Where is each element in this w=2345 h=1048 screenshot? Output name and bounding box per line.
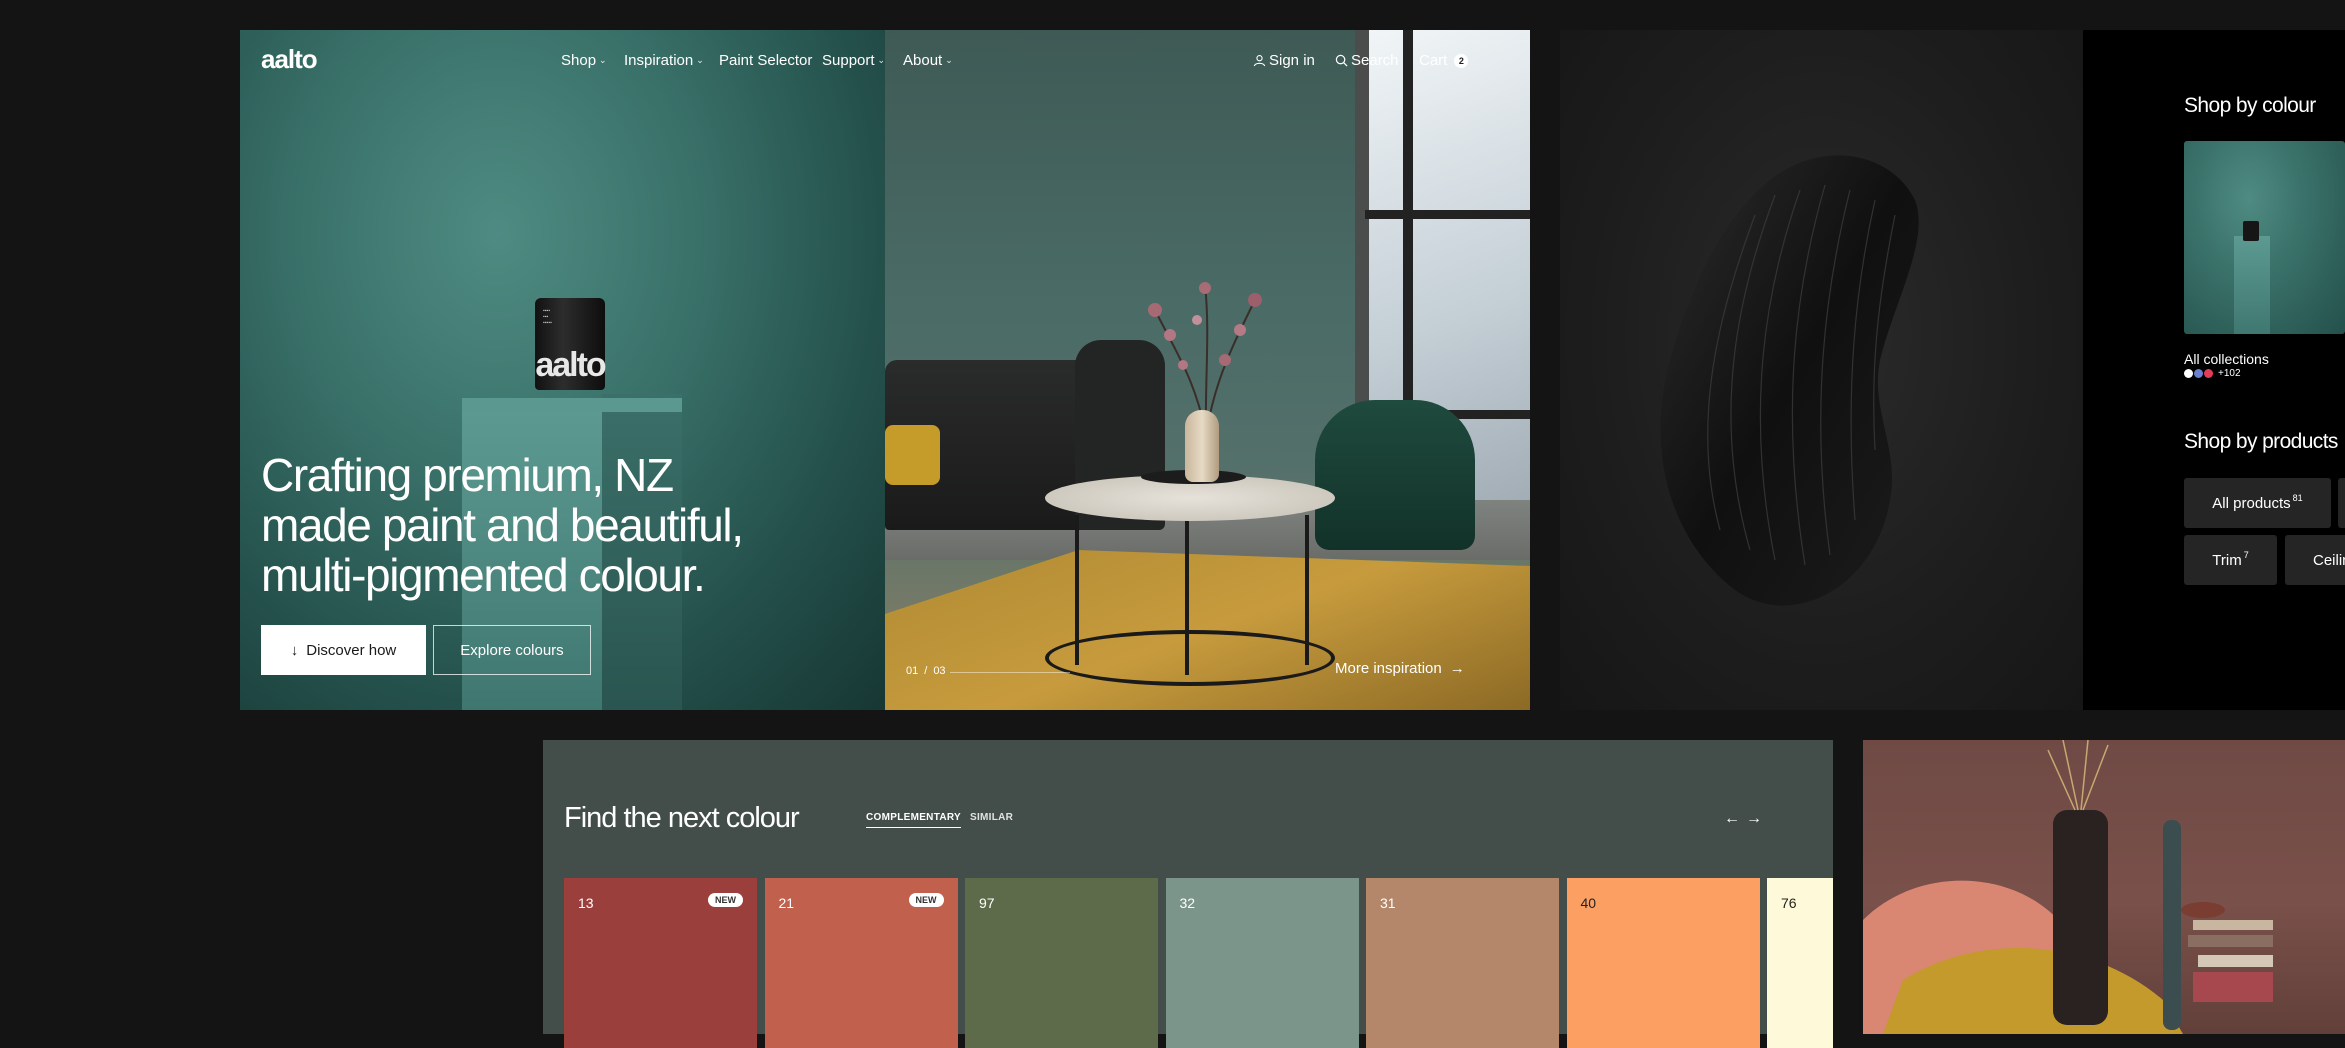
slide-total: 03 <box>933 665 946 677</box>
brand-logo[interactable]: aalto <box>261 44 318 75</box>
product-pill-all[interactable]: All products 81 <box>2184 478 2331 528</box>
swatch-number: 21 <box>778 895 795 911</box>
sign-in-link[interactable]: Sign in <box>1253 52 1315 69</box>
nav-inspiration[interactable]: Inspiration ⌄ <box>624 52 704 69</box>
search-link[interactable]: Search <box>1335 52 1399 69</box>
swatch-number: 32 <box>1179 895 1196 911</box>
table-base-ring <box>1045 630 1335 686</box>
paint-can: ▪▪▪▪ ▪▪▪ ▪▪▪▪▪ aalto <box>535 298 607 390</box>
chevron-down-icon: ⌄ <box>877 55 886 65</box>
swatch-number: 97 <box>979 895 995 911</box>
nav-inspiration-label: Inspiration <box>624 52 694 69</box>
swatch-number: 13 <box>578 895 594 911</box>
cart-link[interactable]: Cart 2 <box>1419 52 1469 69</box>
collection-colour-dots: +102 <box>2184 368 2241 379</box>
nav-shop-label: Shop <box>561 52 597 69</box>
shop-by-colour-title: Shop by colour <box>2184 94 2316 117</box>
product-pill-label: Trim <box>2212 551 2242 569</box>
chevron-down-icon: ⌄ <box>696 55 704 65</box>
discover-how-label: Discover how <box>306 641 397 659</box>
cart-count-badge: 2 <box>1454 53 1469 68</box>
slide-current: 01 <box>906 665 919 677</box>
black-paint-swatch <box>1660 155 1919 606</box>
pillow <box>885 425 940 485</box>
plinth-top <box>462 398 682 412</box>
arrow-right-icon: → <box>1449 660 1465 677</box>
search-icon <box>1335 54 1348 67</box>
more-inspiration-link[interactable]: More inspiration → <box>1335 660 1465 677</box>
hero-image-teal-plinth: ▪▪▪▪ ▪▪▪ ▪▪▪▪▪ aalto <box>240 30 885 710</box>
tab-similar[interactable]: SIMILAR <box>970 812 1013 827</box>
vase <box>1185 410 1219 482</box>
product-pill-trim[interactable]: Trim 7 <box>2184 535 2277 585</box>
product-pill-next[interactable] <box>2338 478 2345 528</box>
colour-swatch[interactable]: 76 <box>1767 878 1833 1048</box>
product-pill-count: 81 <box>2292 493 2303 503</box>
explore-colours-label: Explore colours <box>460 641 564 659</box>
chevron-down-icon: ⌄ <box>945 55 953 65</box>
nav-support-label: Support <box>822 52 875 69</box>
paint-can <box>2243 221 2259 241</box>
all-collections-link[interactable]: All collections <box>2184 351 2269 367</box>
interior-scene <box>1863 740 2273 1034</box>
tab-complementary[interactable]: COMPLEMENTARY <box>866 812 962 828</box>
colour-swatch[interactable]: 40 <box>1566 878 1760 1048</box>
find-next-colour-title: Find the next colour <box>564 802 800 834</box>
more-inspiration-label: More inspiration <box>1335 660 1442 677</box>
new-badge: NEW <box>908 893 944 907</box>
slide-progress-bar <box>950 672 1070 673</box>
colour-dot <box>2204 369 2213 378</box>
shop-by-products-title: Shop by products <box>2184 430 2338 453</box>
colour-swatch[interactable]: 31 <box>1366 878 1559 1048</box>
swatch-number: 76 <box>1781 895 1797 911</box>
flower-branches <box>1148 282 1262 430</box>
colour-dot <box>2194 369 2203 378</box>
collection-extra-count: +102 <box>2218 368 2241 379</box>
nav-shop[interactable]: Shop ⌄ <box>561 52 607 69</box>
swatch-number: 40 <box>1580 895 1597 911</box>
swatch-number: 31 <box>1380 895 1396 911</box>
nav-support[interactable]: Support ⌄ <box>822 52 885 69</box>
product-pill-ceiling[interactable]: Ceilin <box>2285 535 2345 585</box>
new-badge: NEW <box>708 893 743 907</box>
colour-swatch[interactable]: 97 <box>965 878 1158 1048</box>
product-pill-count: 7 <box>2243 550 2249 560</box>
search-label: Search <box>1351 52 1399 69</box>
can-logo: aalto <box>535 346 606 384</box>
carousel-next-arrow-icon[interactable]: → <box>1746 810 1762 828</box>
product-pill-label: All products <box>2212 494 2291 512</box>
nav-about[interactable]: About ⌄ <box>903 52 953 69</box>
colour-swatch[interactable]: 13 NEW <box>564 878 757 1048</box>
paint-stroke-image <box>1560 30 2083 710</box>
hero-title: Crafting premium, NZ made paint and beau… <box>261 449 744 601</box>
interior-photo-terracotta <box>1863 740 2345 1034</box>
hero-slider: ▪▪▪▪ ▪▪▪ ▪▪▪▪▪ aalto <box>240 30 1530 710</box>
colour-swatch[interactable]: 21 NEW <box>764 878 958 1048</box>
plinth <box>2234 236 2270 334</box>
hero-image-living-room <box>885 30 1530 710</box>
nav-paint-selector[interactable]: Paint Selector <box>719 52 812 69</box>
cart-label: Cart <box>1419 52 1448 69</box>
colour-swatch[interactable]: 32 <box>1165 878 1359 1048</box>
product-pill-label: Ceilin <box>2313 551 2345 569</box>
slide-separator: / <box>924 665 928 677</box>
can-label: ▪▪▪▪ ▪▪▪ ▪▪▪▪▪ <box>543 308 552 326</box>
window-mullion <box>1365 210 1530 219</box>
nav-paint-selector-label: Paint Selector <box>719 52 813 69</box>
explore-colours-button[interactable]: Explore colours <box>433 625 591 675</box>
nav-about-label: About <box>903 52 943 69</box>
armchair <box>1315 400 1475 550</box>
carousel-prev-arrow-icon[interactable]: ← <box>1724 810 1740 828</box>
sign-in-label: Sign in <box>1269 52 1315 69</box>
collection-thumbnail[interactable] <box>2184 141 2345 334</box>
discover-how-button[interactable]: ↓ Discover how <box>261 625 426 675</box>
chevron-down-icon: ⌄ <box>599 55 607 65</box>
colour-dot <box>2184 369 2193 378</box>
slide-counter: 01 / 03 <box>906 665 946 677</box>
arrow-down-icon: ↓ <box>290 641 299 659</box>
user-icon <box>1253 55 1266 67</box>
